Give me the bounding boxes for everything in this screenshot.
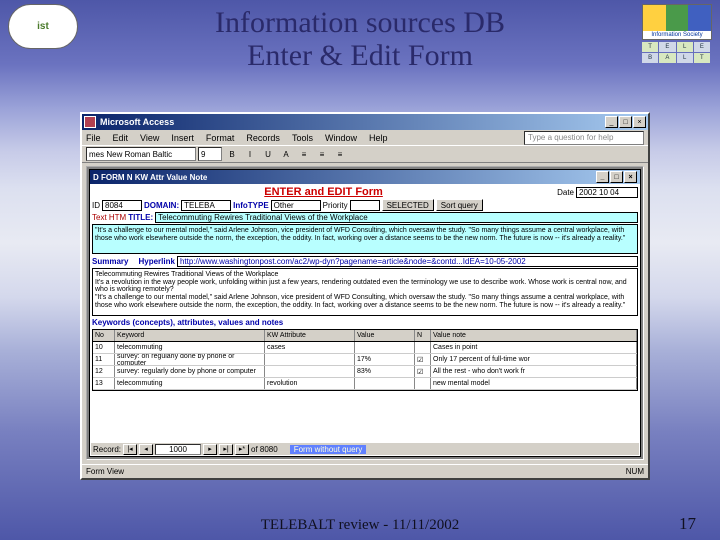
record-nav: Record: |◂ ◂ 1000 ▸ ▸| ▸* of 8080 Form w… (91, 442, 639, 455)
access-window: Microsoft Access _ □ × File Edit View In… (80, 112, 650, 480)
title-label: TITLE: (128, 213, 153, 222)
menu-insert[interactable]: Insert (171, 133, 194, 143)
font-size-select[interactable]: 9 (198, 147, 222, 161)
date-label: Date (557, 188, 574, 197)
summary-text-block[interactable]: Telecommuting Rewires Traditional Views … (92, 268, 638, 316)
slide-footer: TELEBALT review - 11/11/2002 (0, 517, 720, 534)
minimize-button[interactable]: _ (605, 116, 618, 128)
domain-field[interactable]: TELEBA (181, 200, 231, 211)
format-toolbar: mes New Roman Baltic 9 B I U A ≡ ≡ ≡ (82, 145, 648, 163)
form-header-label: ENTER and EDIT Form (264, 186, 383, 198)
col-value[interactable]: Value (355, 330, 415, 341)
menu-tools[interactable]: Tools (292, 133, 313, 143)
table-row[interactable]: 10 telecommuting cases Cases in point (93, 342, 637, 354)
hyperlink-label: Hyperlink (138, 257, 174, 266)
slide-title: Information sources DB Enter & Edit Form (215, 6, 505, 72)
last-record-button[interactable]: ▸| (219, 444, 233, 455)
id-label: ID (92, 201, 100, 210)
app-title: Microsoft Access (100, 117, 604, 127)
prev-record-button[interactable]: ◂ (139, 444, 153, 455)
form-body: ENTER and EDIT Form Date 2002 10 04 ID 8… (90, 184, 640, 456)
infotype-label: InfoTYPE (233, 201, 269, 210)
keywords-label: Keywords (concepts), attributes, values … (92, 318, 283, 327)
infosoc-logo: Information Society (642, 4, 712, 40)
record-total: of 8080 (251, 445, 278, 454)
first-text-block[interactable]: "It's a challenge to our mental model," … (92, 224, 638, 254)
access-icon (84, 116, 96, 128)
hyperlink-field[interactable]: http://www.washingtonpost.com/ac2/wp-dyn… (177, 256, 638, 267)
priority-field[interactable] (350, 200, 380, 211)
status-right: NUM (626, 467, 644, 476)
id-field[interactable]: 8084 (102, 200, 142, 211)
footer-text: TELEBALT review - 11/11/2002 (261, 517, 459, 534)
font-color-button[interactable]: A (278, 147, 294, 161)
selected-button[interactable]: SELECTED (382, 199, 434, 211)
col-keyword[interactable]: Keyword (115, 330, 265, 341)
form-close-button[interactable]: × (624, 171, 637, 183)
ist-logo-area: ist (8, 4, 78, 49)
table-row[interactable]: 12 survey: regularly done by phone or co… (93, 366, 637, 378)
telebalt-logo: T E L E B A L T (642, 42, 710, 63)
form-window-title: D FORM N KW Attr Value Note (93, 173, 207, 182)
menu-edit[interactable]: Edit (113, 133, 129, 143)
right-logos: Information Society T E L E B A L T (642, 4, 712, 63)
col-attribute[interactable]: KW Attribute (265, 330, 355, 341)
underline-button[interactable]: U (260, 147, 276, 161)
date-field[interactable]: 2002 10 04 (576, 187, 638, 198)
ask-question-input[interactable]: Type a question for help (524, 131, 644, 145)
table-row[interactable]: 11 survey: on regularly done by phone or… (93, 354, 637, 366)
ist-logo: ist (8, 4, 78, 49)
form-titlebar[interactable]: D FORM N KW Attr Value Note _ □ × (90, 170, 640, 184)
infosoc-label: Information Society (643, 31, 711, 39)
align-center-button[interactable]: ≡ (314, 147, 330, 161)
sort-query-button[interactable]: Sort query (436, 199, 483, 211)
col-note[interactable]: Value note (431, 330, 637, 341)
menu-view[interactable]: View (140, 133, 159, 143)
menu-window[interactable]: Window (325, 133, 357, 143)
next-record-button[interactable]: ▸ (203, 444, 217, 455)
record-number-field[interactable]: 1000 (155, 444, 201, 455)
menubar: File Edit View Insert Format Records Too… (82, 130, 648, 145)
query-note: Form without query (290, 445, 366, 454)
title-field[interactable]: Telecommuting Rewires Traditional Views … (155, 212, 638, 223)
first-record-button[interactable]: |◂ (123, 444, 137, 455)
form-maximize-button[interactable]: □ (610, 171, 623, 183)
slide-header: ist Information sources DB Enter & Edit … (0, 4, 720, 94)
italic-button[interactable]: I (242, 147, 258, 161)
infotype-field[interactable]: Other (271, 200, 321, 211)
col-n[interactable]: N (415, 330, 431, 341)
summary-label: Summary (92, 257, 128, 266)
new-record-button[interactable]: ▸* (235, 444, 249, 455)
col-no[interactable]: No (93, 330, 115, 341)
font-name-select[interactable]: mes New Roman Baltic (86, 147, 196, 161)
record-label: Record: (93, 445, 121, 454)
keywords-table: No Keyword KW Attribute Value N Value no… (92, 329, 638, 391)
domain-label: DOMAIN: (144, 201, 179, 210)
close-button[interactable]: × (633, 116, 646, 128)
menu-help[interactable]: Help (369, 133, 388, 143)
priority-label: Priority (323, 201, 348, 210)
menu-format[interactable]: Format (206, 133, 235, 143)
table-header: No Keyword KW Attribute Value N Value no… (93, 330, 637, 342)
menu-records[interactable]: Records (246, 133, 280, 143)
form-window: D FORM N KW Attr Value Note _ □ × ENTER … (89, 169, 641, 457)
slide-number: 17 (679, 514, 696, 534)
mdi-client: D FORM N KW Attr Value Note _ □ × ENTER … (86, 166, 644, 460)
status-left: Form View (86, 467, 124, 476)
align-left-button[interactable]: ≡ (296, 147, 312, 161)
align-right-button[interactable]: ≡ (332, 147, 348, 161)
table-row[interactable]: 13 telecommuting revolution new mental m… (93, 378, 637, 390)
text-label: Text HTM (92, 213, 126, 222)
maximize-button[interactable]: □ (619, 116, 632, 128)
bold-button[interactable]: B (224, 147, 240, 161)
app-titlebar[interactable]: Microsoft Access _ □ × (82, 114, 648, 130)
form-minimize-button[interactable]: _ (596, 171, 609, 183)
menu-file[interactable]: File (86, 133, 101, 143)
statusbar: Form View NUM (82, 464, 648, 478)
